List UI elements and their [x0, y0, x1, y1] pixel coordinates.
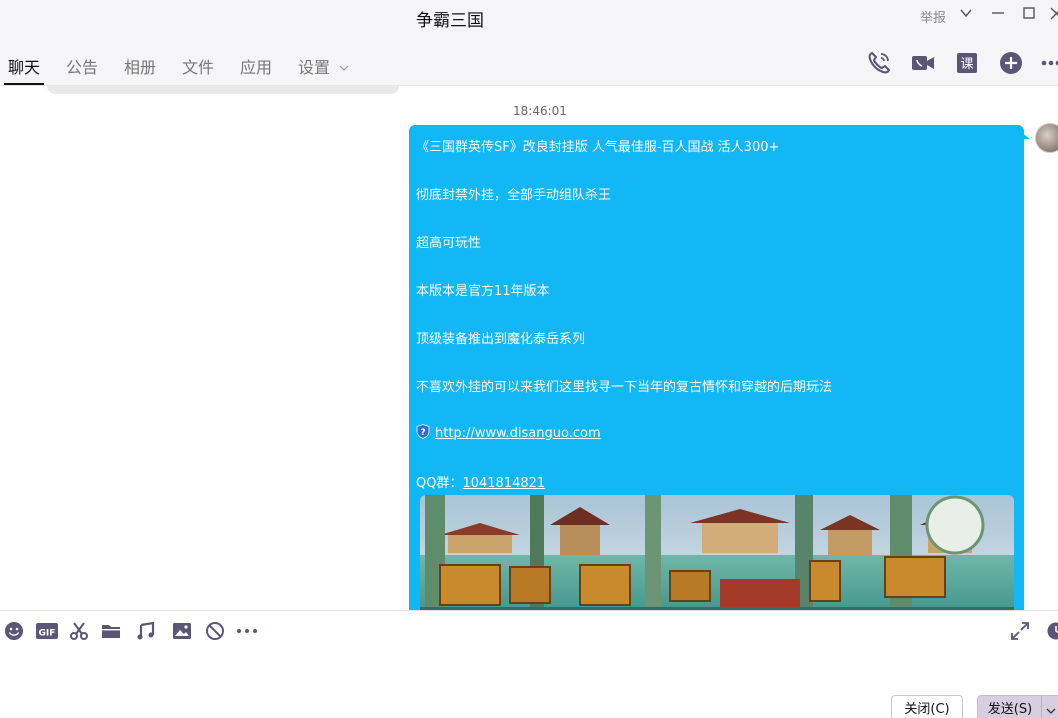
course-icon[interactable]: 课 — [954, 50, 980, 76]
chat-history[interactable]: 18:46:01 《三国群英传SF》改良封挂版 人气最佳服-百人国战 活人300… — [0, 86, 1058, 610]
bubble-tail — [1022, 133, 1030, 139]
close-button[interactable]: 关闭(C) — [891, 695, 963, 718]
maximize-icon[interactable] — [1019, 6, 1039, 26]
more-icon[interactable] — [236, 621, 260, 641]
chevron-down-icon — [1046, 708, 1056, 714]
phone-icon[interactable] — [866, 50, 892, 76]
gif-icon[interactable]: GIF — [36, 621, 58, 641]
message-line: 不喜欢外挂的可以来我们这里找寻一下当年的复古情怀和穿越的后期玩法 — [416, 380, 833, 395]
qq-group-number-link[interactable]: 1041814821 — [462, 476, 545, 491]
emoji-icon[interactable] — [4, 621, 24, 641]
tab-files[interactable]: 文件 — [182, 54, 214, 78]
message-bubble[interactable]: 《三国群英传SF》改良封挂版 人气最佳服-百人国战 活人300+ 彻底封禁外挂，… — [409, 125, 1030, 610]
close-icon[interactable] — [1046, 6, 1058, 26]
tab-chat[interactable]: 聊天 — [8, 54, 40, 78]
minimize-icon[interactable] — [988, 6, 1008, 26]
tab-announcement[interactable]: 公告 — [66, 54, 98, 78]
sender-avatar[interactable] — [1035, 123, 1058, 153]
message-line: 超高可玩性 — [416, 236, 482, 251]
message-link-line: ? http://www.disanguo.com — [416, 424, 601, 441]
tab-apps[interactable]: 应用 — [240, 54, 272, 78]
message-line: 顶级装备推出到魔化泰岳系列 — [416, 332, 586, 347]
image-icon[interactable] — [172, 621, 192, 641]
active-tab-indicator — [4, 83, 44, 85]
game-screenshot-image[interactable] — [420, 495, 1014, 610]
scissors-icon[interactable] — [69, 621, 89, 641]
message-line: 本版本是官方11年版本 — [416, 284, 550, 299]
course-glyph: 课 — [960, 57, 973, 72]
tab-bar: 聊天 公告 相册 文件 应用 设置 课 — [0, 34, 1058, 86]
qq-group-label: QQ群： — [416, 476, 463, 491]
more-icon[interactable] — [1040, 50, 1058, 76]
gif-label: GIF — [39, 629, 56, 639]
tab-settings[interactable]: 设置 — [298, 54, 349, 78]
qq-group-line: QQ群：1041814821 — [416, 472, 545, 491]
send-options-dropdown[interactable] — [1041, 695, 1058, 718]
folder-icon[interactable] — [101, 621, 121, 641]
message-line: 彻底封禁外挂，全部手动组队杀王 — [416, 188, 612, 203]
title-bar: 争霸三国 举报 — [0, 0, 1058, 34]
block-icon[interactable] — [205, 621, 225, 641]
chevron-down-icon — [339, 65, 349, 71]
tab-album[interactable]: 相册 — [124, 54, 156, 78]
clock-icon[interactable] — [1046, 621, 1058, 641]
report-link[interactable]: 举报 — [920, 7, 946, 26]
window-title: 争霸三国 — [416, 11, 484, 31]
website-link[interactable]: http://www.disanguo.com — [435, 426, 601, 441]
chevron-down-icon[interactable] — [956, 6, 976, 26]
music-icon[interactable] — [136, 621, 156, 641]
previous-message-bubble — [47, 86, 399, 94]
message-line: 《三国群英传SF》改良封挂版 人气最佳服-百人国战 活人300+ — [416, 140, 780, 155]
expand-icon[interactable] — [1010, 621, 1030, 641]
message-timestamp: 18:46:01 — [513, 104, 567, 118]
tab-settings-label: 设置 — [298, 58, 331, 77]
svg-text:?: ? — [420, 428, 425, 438]
message-input-area[interactable]: GIF 关闭(C) 发送(S) — [0, 610, 1058, 718]
add-icon[interactable] — [998, 50, 1024, 76]
video-call-icon[interactable] — [910, 50, 936, 76]
shield-icon: ? — [416, 424, 430, 439]
